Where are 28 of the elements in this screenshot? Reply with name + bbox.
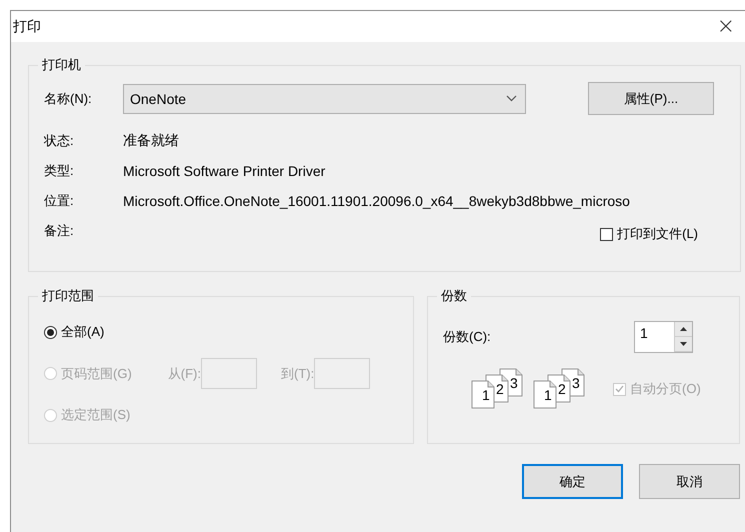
info-value: 准备就绪 bbox=[123, 132, 179, 150]
printer-dropdown[interactable]: OneNote bbox=[123, 84, 526, 114]
info-label: 位置: bbox=[44, 192, 75, 210]
decrement-icon[interactable] bbox=[675, 337, 692, 352]
copies-spinner[interactable]: 1 bbox=[634, 321, 693, 353]
properties-button[interactable]: 属性(P)... bbox=[588, 82, 714, 115]
info-value: Microsoft.Office.OneNote_16001.11901.20096.0_x64__8wekyb3d8bbwe_microso bbox=[123, 193, 630, 209]
chevron-down-icon bbox=[506, 95, 517, 102]
group-title: 份数 bbox=[440, 287, 468, 305]
close-button[interactable]: × bbox=[710, 16, 741, 38]
to-label: 到(T): bbox=[281, 364, 314, 382]
to-field[interactable] bbox=[314, 358, 370, 389]
group-title: 打印机 bbox=[41, 56, 82, 74]
check-icon bbox=[615, 385, 624, 393]
copies-label: 份数(C): bbox=[443, 328, 491, 346]
increment-icon[interactable] bbox=[675, 322, 692, 337]
info-value: Microsoft Software Printer Driver bbox=[123, 163, 326, 179]
print-to-file-checkbox[interactable]: 打印到文件(L) bbox=[600, 225, 698, 243]
info-label: 备注: bbox=[44, 222, 75, 240]
info-label: 类型: bbox=[44, 162, 75, 180]
dialog-button[interactable]: 取消 bbox=[639, 464, 740, 499]
window-title: 打印 bbox=[13, 18, 41, 36]
dialog-button[interactable]: 确定 bbox=[522, 464, 623, 499]
range-radio[interactable]: 全部(A) bbox=[44, 317, 104, 347]
from-label: 从(F): bbox=[168, 364, 201, 382]
group-title: 打印范围 bbox=[41, 287, 95, 305]
info-label: 状态: bbox=[44, 132, 75, 150]
field-label: 名称(N): bbox=[44, 90, 93, 108]
